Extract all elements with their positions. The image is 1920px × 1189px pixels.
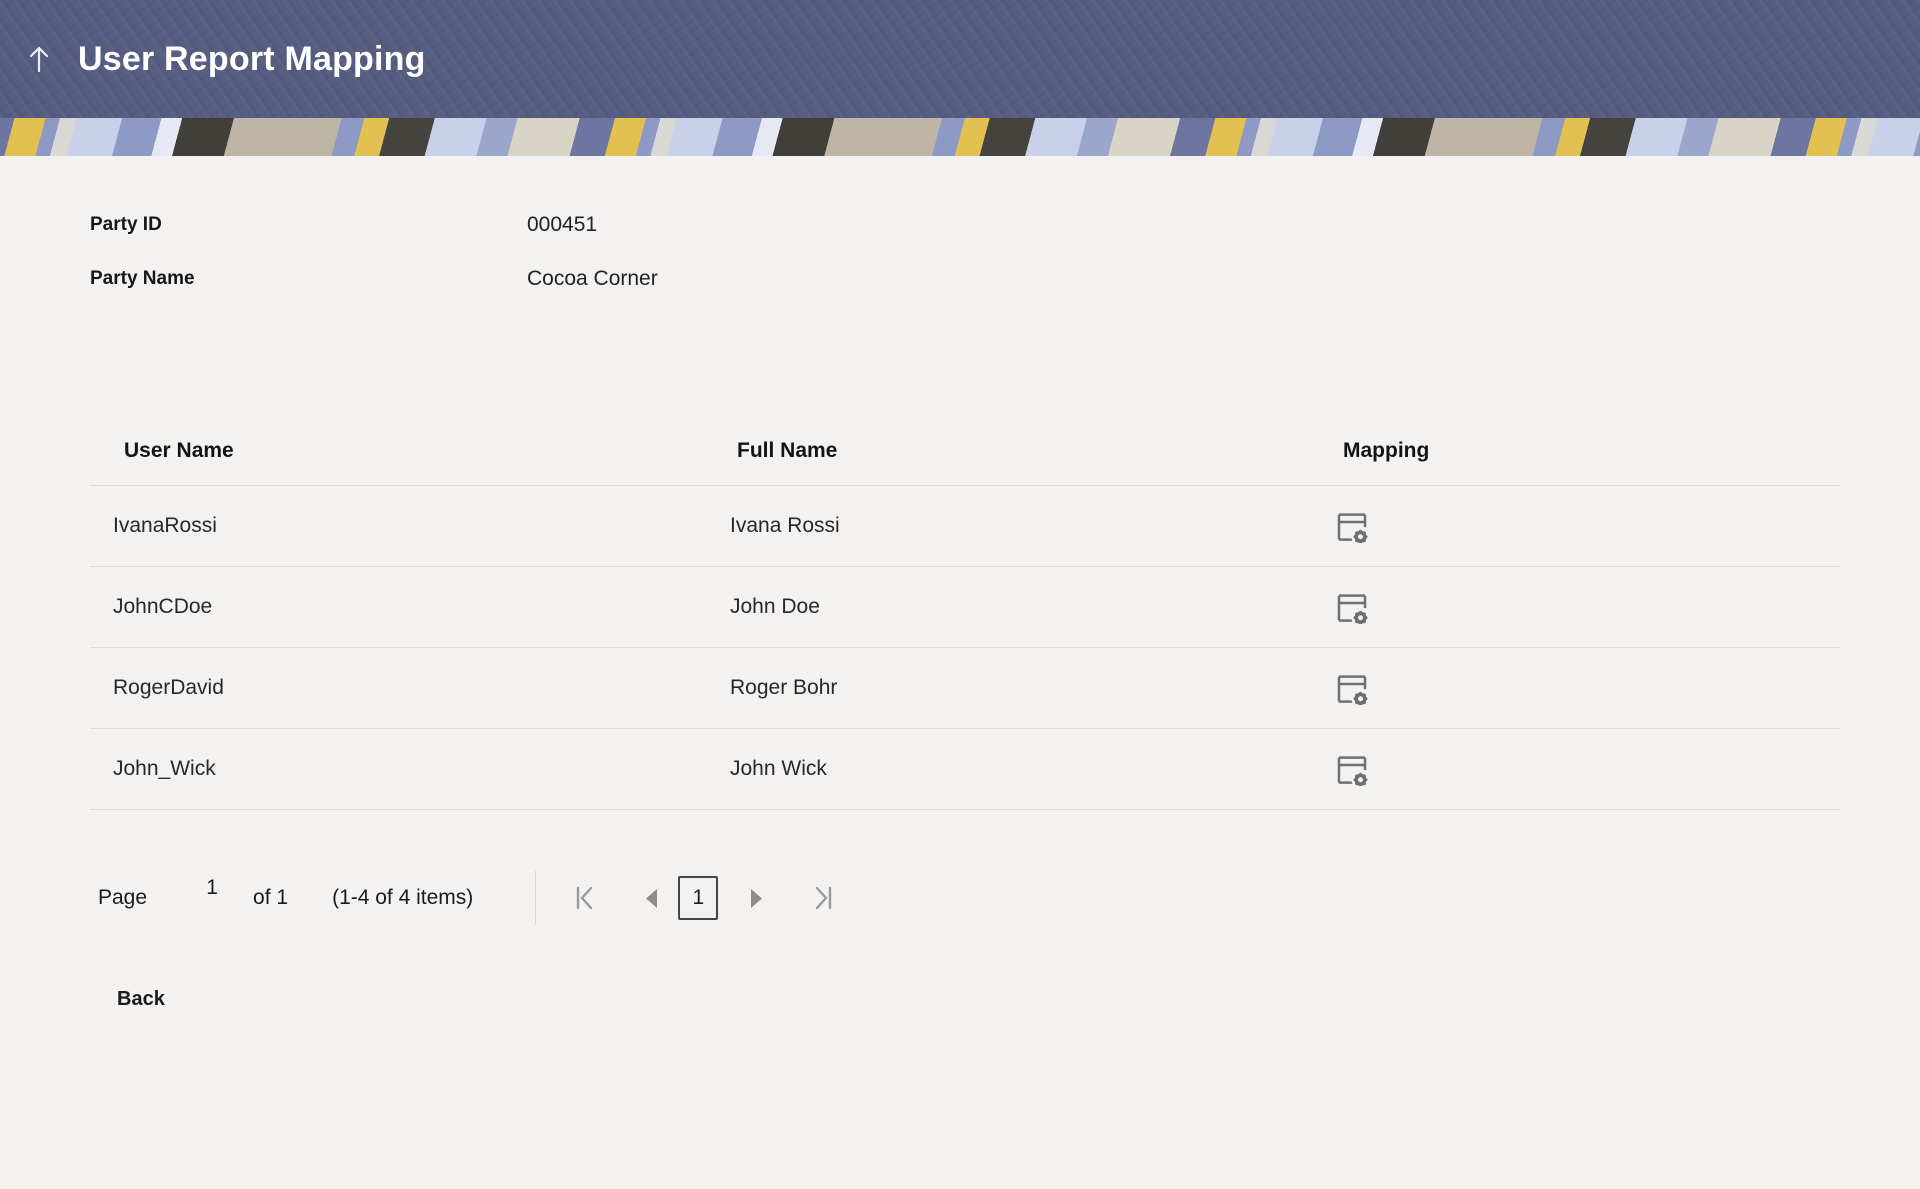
full-name-cell: Ivana Rossi: [700, 514, 1310, 538]
previous-page-icon: [645, 888, 658, 909]
up-arrow-icon[interactable]: [16, 36, 62, 82]
page-header: User Report Mapping: [0, 0, 1920, 118]
back-button[interactable]: Back: [117, 988, 165, 1011]
party-id-value: 000451: [527, 213, 597, 237]
main-content: Party ID 000451 Party Name Cocoa Corner …: [0, 212, 1920, 1011]
page-label: Page: [98, 886, 147, 910]
report-mapping-button[interactable]: [1334, 670, 1370, 706]
report-mapping-icon: [1336, 671, 1368, 705]
user-name-cell: JohnCDoe: [90, 595, 700, 619]
next-page-icon: [750, 888, 763, 909]
column-header-full-name: Full Name: [700, 439, 1310, 463]
table-row: IvanaRossi Ivana Rossi: [90, 486, 1840, 567]
page-number-input[interactable]: 1: [201, 876, 223, 900]
pagination-divider: [535, 871, 536, 925]
next-page-button[interactable]: [750, 888, 763, 909]
full-name-cell: Roger Bohr: [700, 676, 1310, 700]
party-id-label: Party ID: [90, 214, 527, 236]
report-mapping-icon: [1336, 752, 1368, 786]
party-info-section: Party ID 000451 Party Name Cocoa Corner: [90, 212, 1840, 292]
column-header-user-name: User Name: [90, 439, 700, 463]
decorative-banner: [0, 118, 1920, 156]
party-name-label: Party Name: [90, 268, 527, 290]
table-row: JohnCDoe John Doe: [90, 567, 1840, 648]
last-page-icon: [811, 885, 835, 911]
current-page-button[interactable]: 1: [678, 876, 718, 920]
party-name-value: Cocoa Corner: [527, 267, 658, 291]
last-page-button[interactable]: [811, 885, 835, 911]
previous-page-button[interactable]: [645, 888, 658, 909]
user-report-mapping-page: User Report Mapping Party ID 000451 Part…: [0, 0, 1920, 1011]
column-header-mapping: Mapping: [1310, 439, 1840, 463]
first-page-icon: [573, 885, 597, 911]
report-mapping-button[interactable]: [1334, 508, 1370, 544]
table-row: John_Wick John Wick: [90, 729, 1840, 810]
first-page-button[interactable]: [573, 885, 597, 911]
page-title: User Report Mapping: [78, 40, 426, 79]
report-mapping-button[interactable]: [1334, 589, 1370, 625]
report-mapping-icon: [1336, 590, 1368, 624]
full-name-cell: John Doe: [700, 595, 1310, 619]
report-mapping-button[interactable]: [1334, 751, 1370, 787]
party-id-row: Party ID 000451: [90, 212, 1840, 238]
mapping-cell: [1310, 508, 1840, 544]
mapping-cell: [1310, 751, 1840, 787]
party-name-row: Party Name Cocoa Corner: [90, 266, 1840, 292]
user-mapping-table: User Name Full Name Mapping IvanaRossi I…: [90, 416, 1840, 810]
report-mapping-icon: [1336, 509, 1368, 543]
user-name-cell: IvanaRossi: [90, 514, 700, 538]
mapping-cell: [1310, 589, 1840, 625]
full-name-cell: John Wick: [700, 757, 1310, 781]
user-name-cell: RogerDavid: [90, 676, 700, 700]
table-row: RogerDavid Roger Bohr: [90, 648, 1840, 729]
mapping-cell: [1310, 670, 1840, 706]
user-name-cell: John_Wick: [90, 757, 700, 781]
items-count-label: (1-4 of 4 items): [332, 886, 473, 910]
pagination-bar: Page 1 of 1 (1-4 of 4 items) 1: [98, 870, 1840, 926]
page-of-label: of 1: [253, 886, 288, 910]
table-header-row: User Name Full Name Mapping: [90, 416, 1840, 486]
